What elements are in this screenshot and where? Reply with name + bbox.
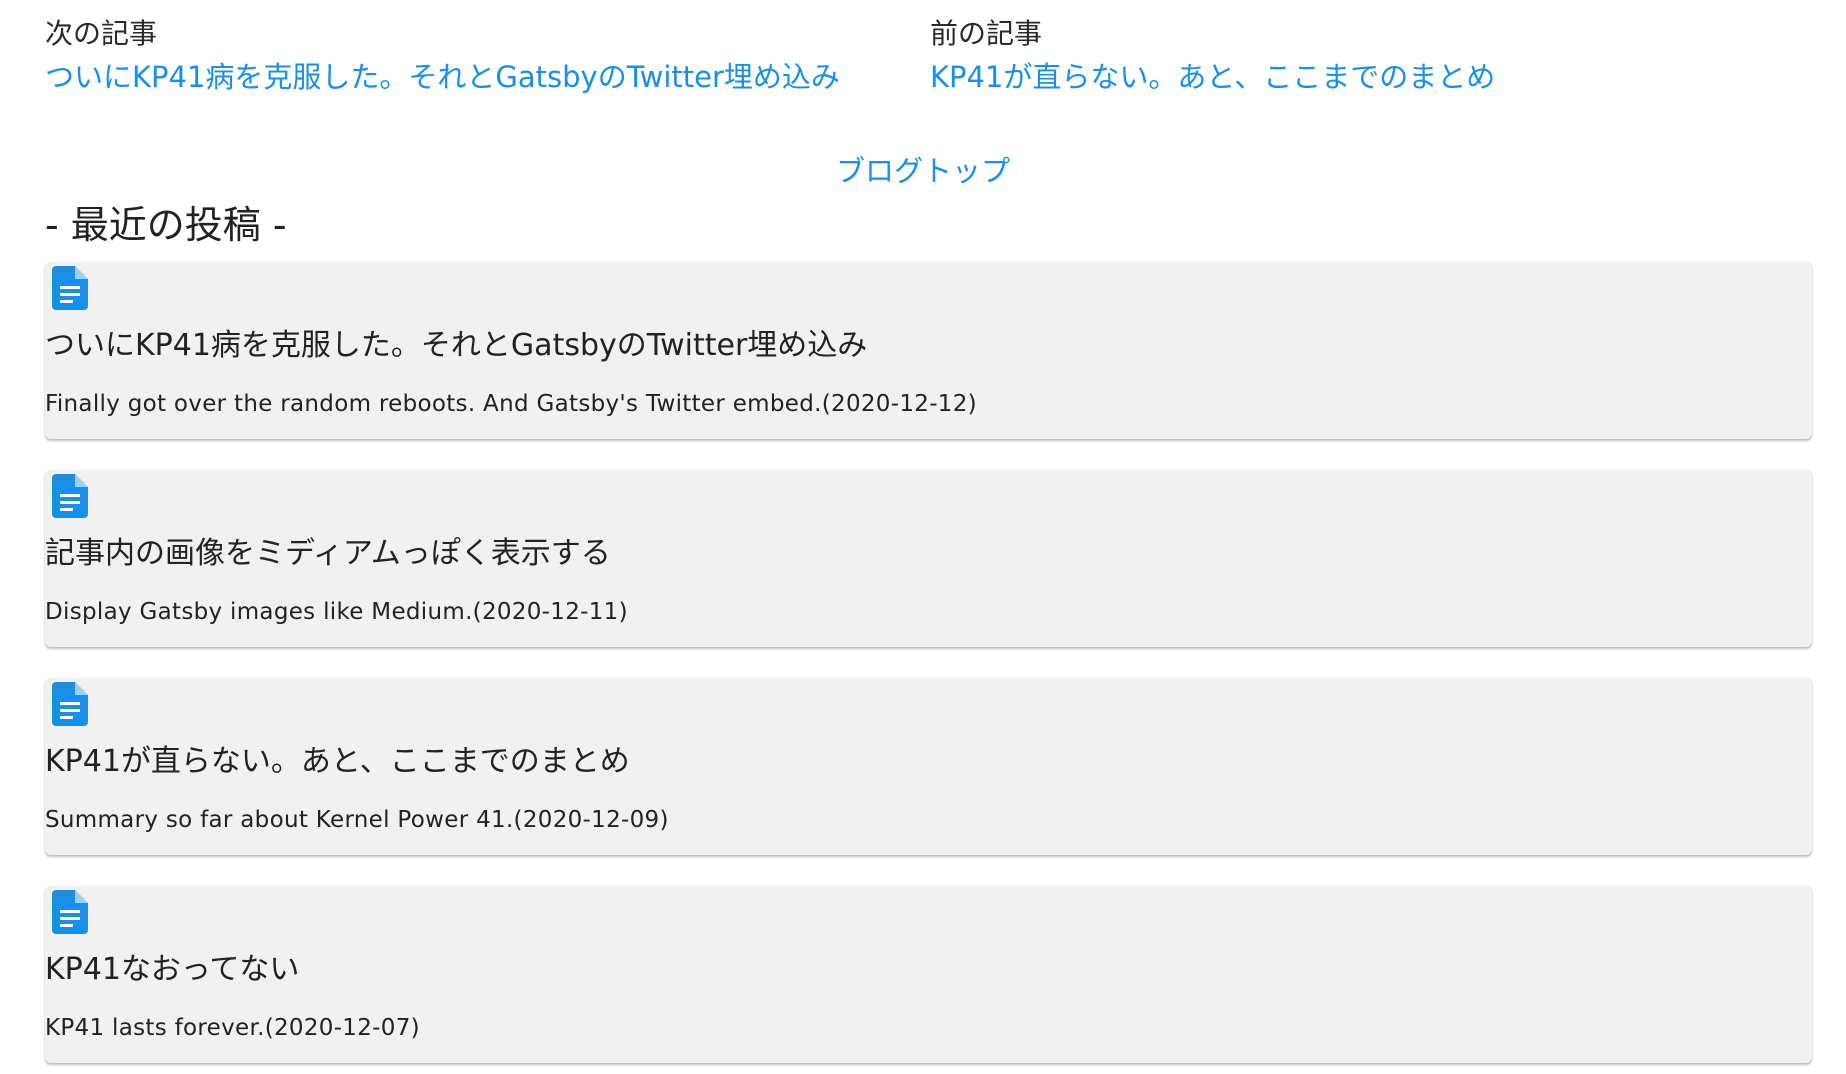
post-title: ついにKP41病を克服した。それとGatsbyのTwitter埋め込み [45,328,868,363]
post-title: 記事内の画像をミディアムっぽく表示する [45,536,611,571]
document-icon [52,474,88,518]
next-article-link[interactable]: ついにKP41病を克服した。それとGatsbyのTwitter埋め込み [45,56,840,98]
blog-page: 次の記事 ついにKP41病を克服した。それとGatsbyのTwitter埋め込み… [0,0,1846,1074]
blog-top-link[interactable]: ブログトップ [836,154,1010,188]
post-title: KP41なおってない [45,952,300,987]
post-description: Display Gatsby images like Medium.(2020-… [45,599,628,625]
previous-article-nav: 前の記事 KP41が直らない。あと、ここまでのまとめ [930,14,1495,98]
blog-top-container: ブログトップ [0,150,1846,192]
post-card[interactable]: KP41が直らない。あと、ここまでのまとめ Summary so far abo… [45,678,1812,855]
next-article-label: 次の記事 [45,17,158,50]
previous-article-label: 前の記事 [930,17,1043,50]
post-description: KP41 lasts forever.(2020-12-07) [45,1015,420,1041]
post-card[interactable]: ついにKP41病を克服した。それとGatsbyのTwitter埋め込み Fina… [45,262,1812,439]
previous-article-link[interactable]: KP41が直らない。あと、ここまでのまとめ [930,56,1495,98]
post-description: Summary so far about Kernel Power 41.(20… [45,807,669,833]
document-icon [52,266,88,310]
post-card[interactable]: 記事内の画像をミディアムっぽく表示する Display Gatsby image… [45,470,1812,647]
document-icon [52,682,88,726]
recent-posts-list: ついにKP41病を克服した。それとGatsbyのTwitter埋め込み Fina… [45,262,1812,1074]
next-article-nav: 次の記事 ついにKP41病を克服した。それとGatsbyのTwitter埋め込み [45,14,840,98]
post-description: Finally got over the random reboots. And… [45,391,977,417]
post-card[interactable]: KP41なおってない KP41 lasts forever.(2020-12-0… [45,886,1812,1063]
document-icon [52,890,88,934]
post-title: KP41が直らない。あと、ここまでのまとめ [45,744,630,779]
recent-posts-heading: - 最近の投稿 - [45,203,287,247]
